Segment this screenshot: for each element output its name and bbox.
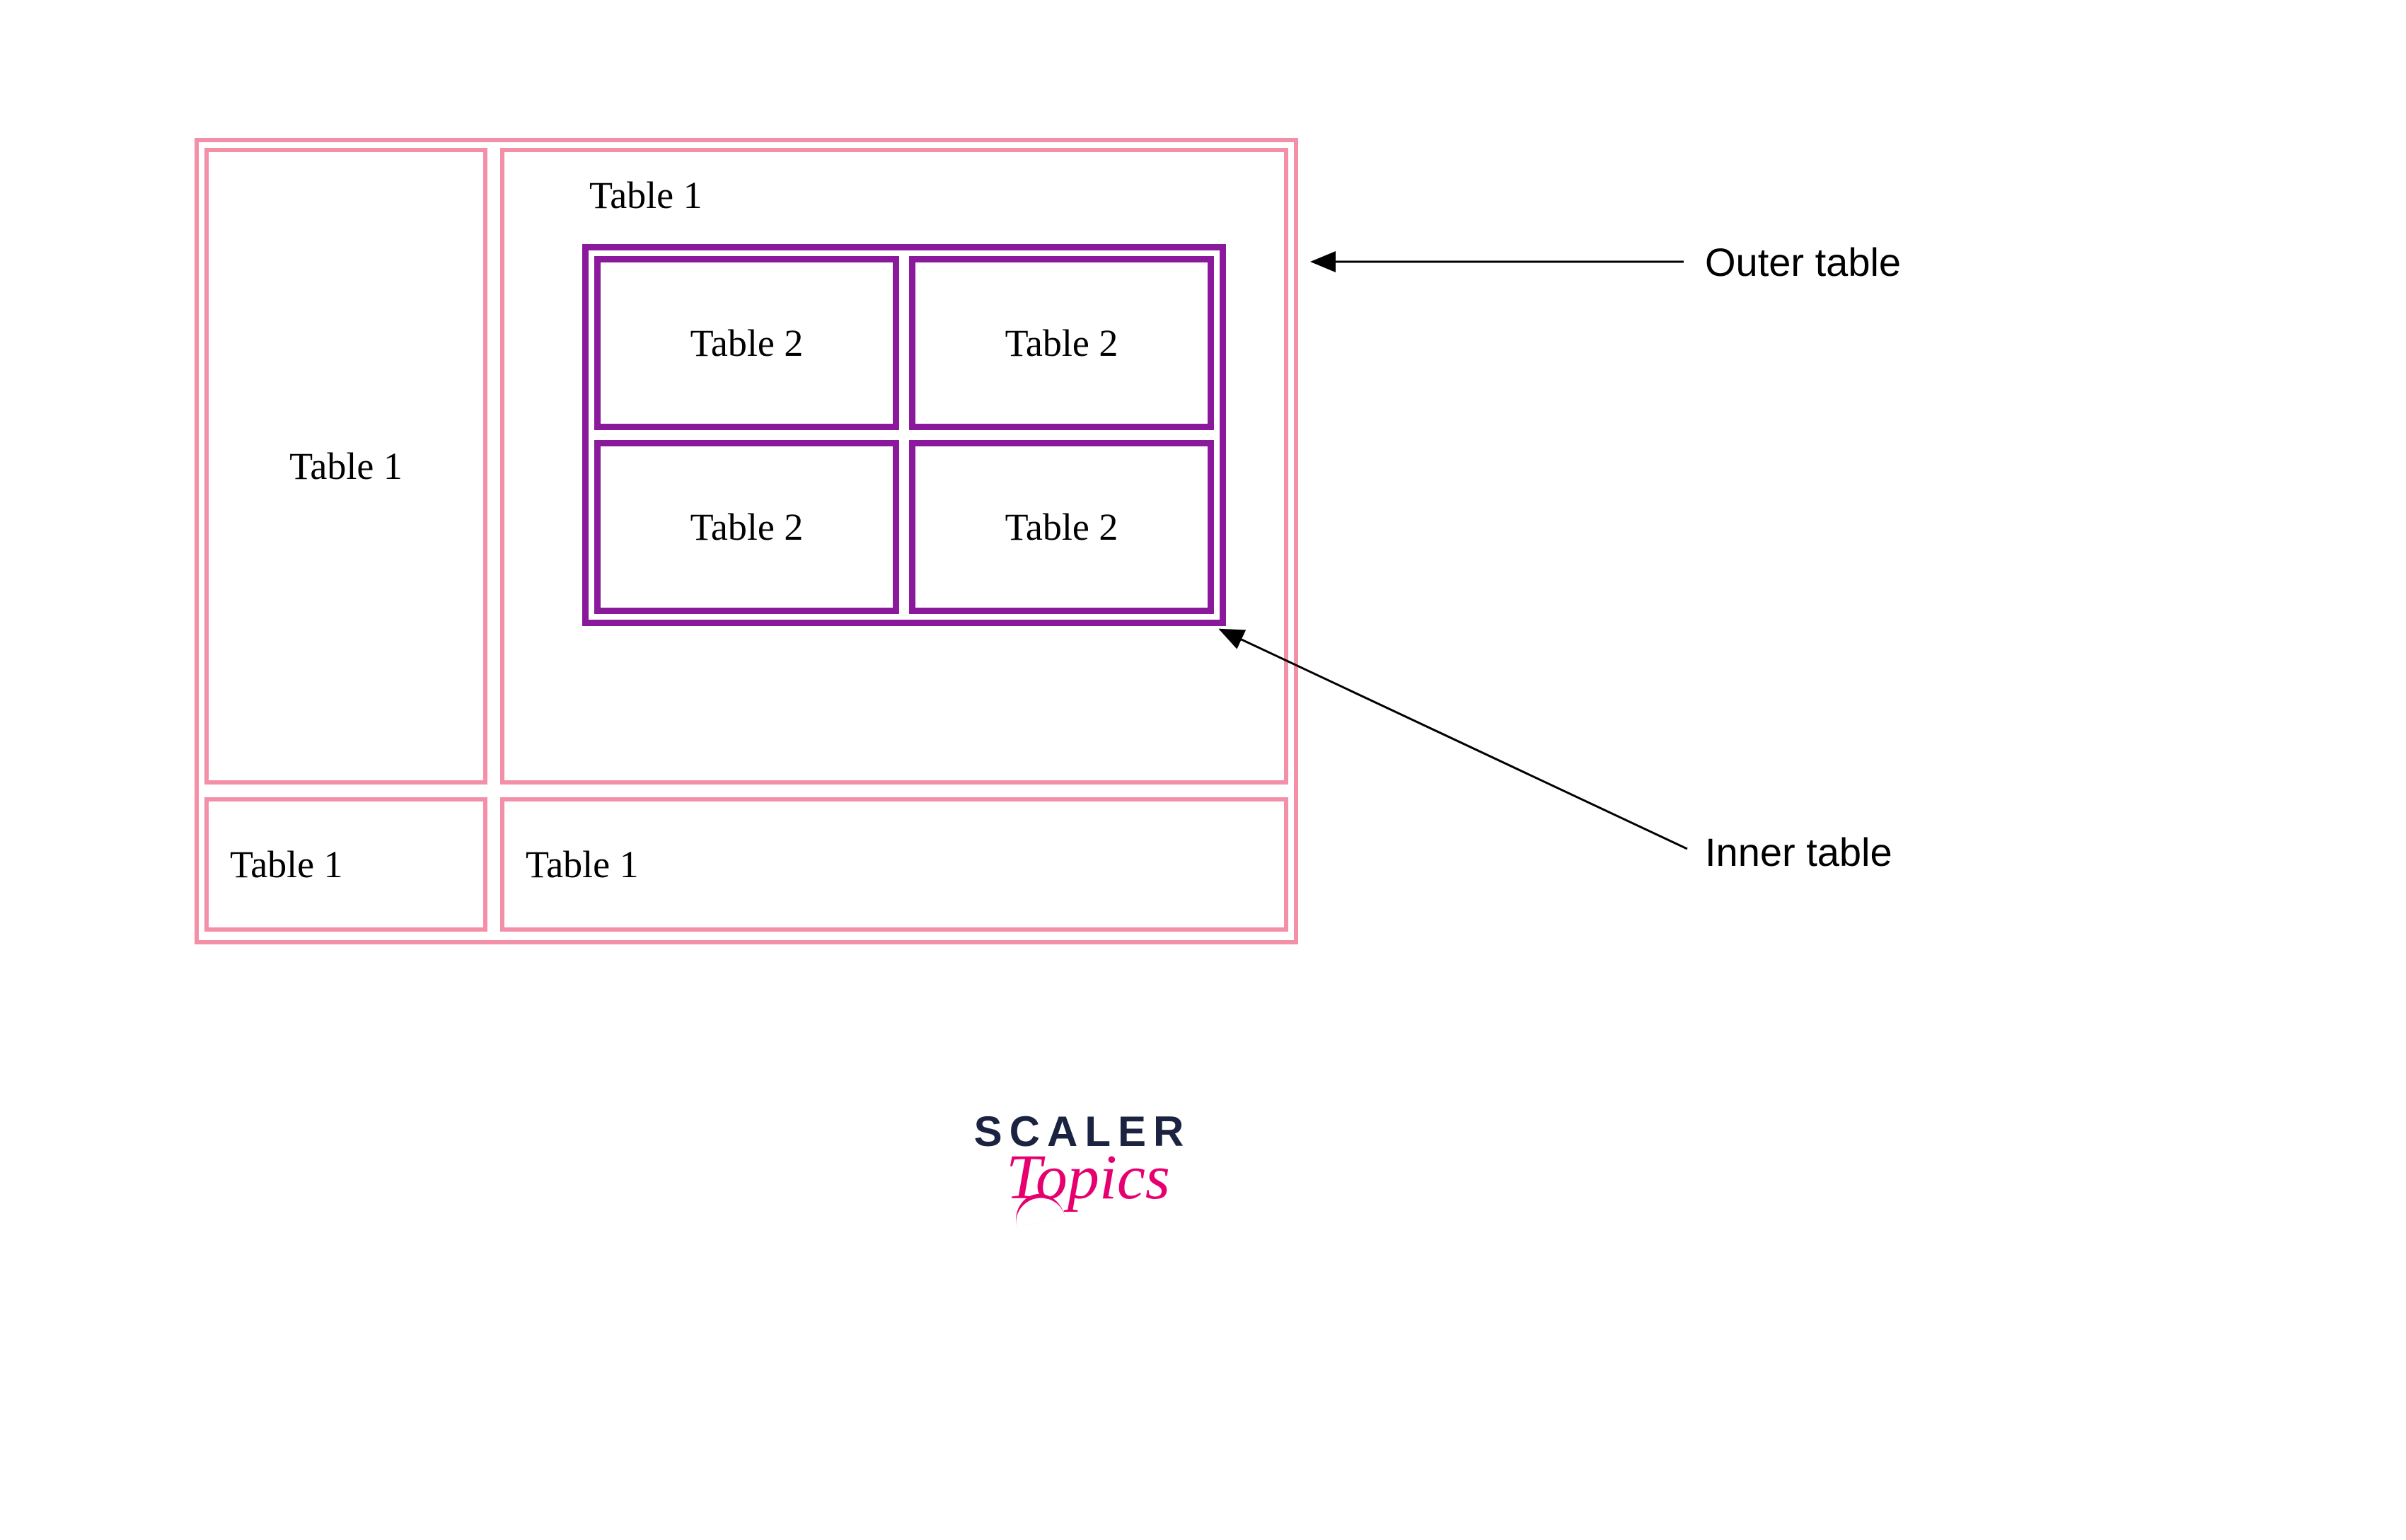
scaler-topics-logo: SCALER Topics [941, 1111, 1224, 1206]
inner-cell-label: Table 2 [690, 321, 804, 365]
outer-cell-bottom-right: Table 1 [500, 797, 1288, 932]
outer-cell-bottom-left: Table 1 [204, 797, 487, 932]
logo-line-2: Topics [1006, 1149, 1170, 1206]
outer-cell-label: Table 1 [289, 444, 403, 488]
outer-cell-label: Table 1 [526, 843, 639, 886]
inner-cell: Table 2 [909, 256, 1214, 430]
inner-table: Table 2 Table 2 Table 2 Table 2 [582, 244, 1226, 626]
inner-cell-label: Table 2 [690, 505, 804, 549]
annotation-inner-label: Inner table [1705, 829, 1892, 875]
annotation-outer-label: Outer table [1705, 239, 1901, 285]
inner-cell-label: Table 2 [1005, 321, 1118, 365]
outer-cell-label: Table 1 [230, 843, 343, 886]
outer-cell-heading: Table 1 [589, 173, 702, 217]
inner-cell: Table 2 [594, 256, 899, 430]
inner-cell: Table 2 [594, 440, 899, 614]
outer-table-row-2: Table 1 Table 1 [204, 797, 1288, 932]
outer-cell-top-left: Table 1 [204, 148, 487, 785]
outer-cell-top-right: Table 1 Table 2 Table 2 Table 2 Table 2 [500, 148, 1288, 785]
inner-cell-label: Table 2 [1005, 505, 1118, 549]
inner-cell: Table 2 [909, 440, 1214, 614]
outer-table: Table 1 Table 1 Table 2 Table 2 Table 2 [195, 138, 1298, 944]
outer-table-row-1: Table 1 Table 1 Table 2 Table 2 Table 2 [204, 148, 1288, 785]
